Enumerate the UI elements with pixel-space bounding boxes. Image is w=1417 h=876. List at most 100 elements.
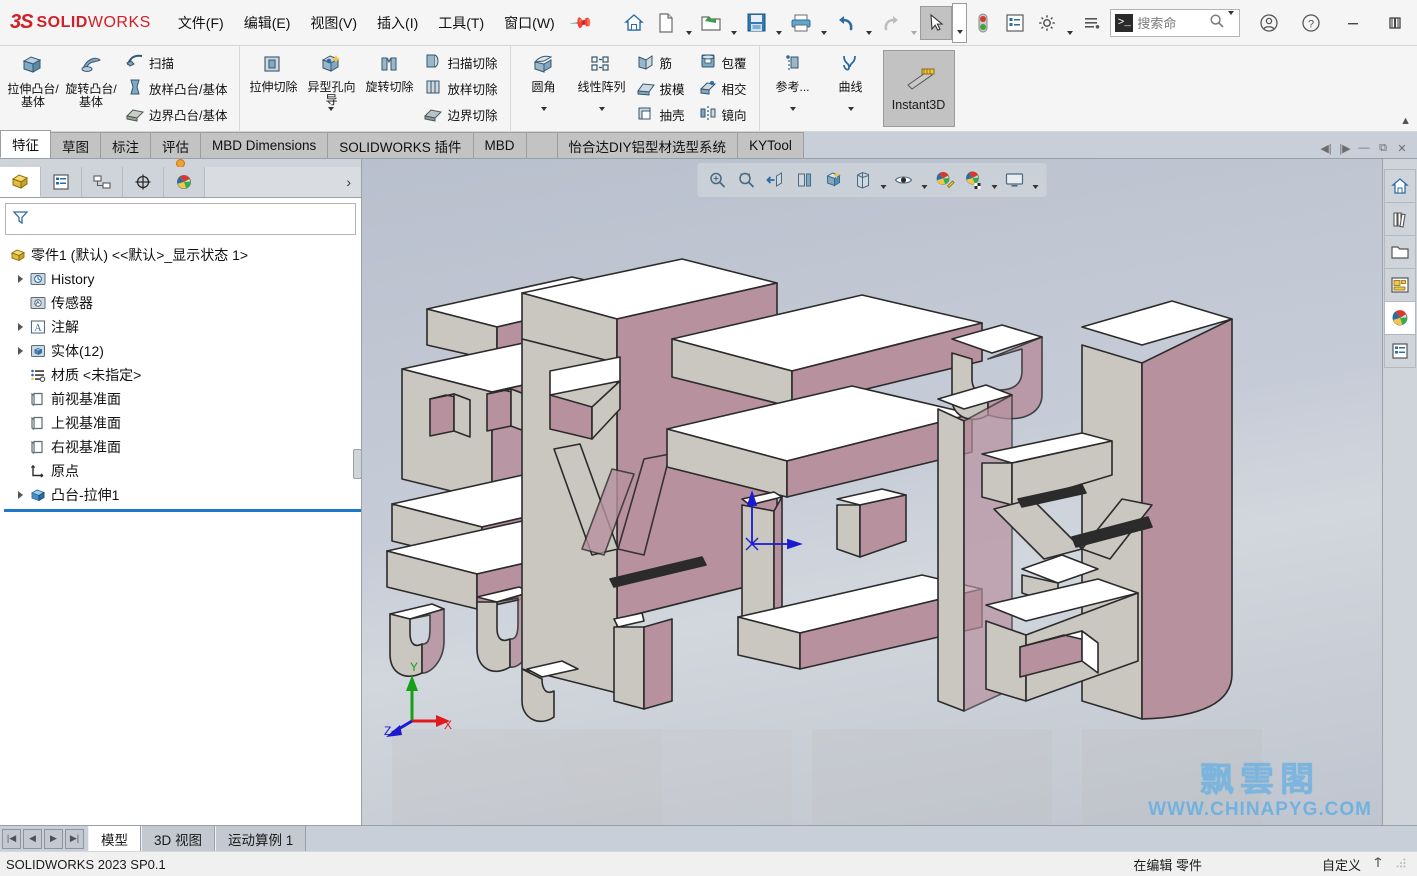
revolve-cut-button[interactable]: 旋转切除 xyxy=(360,48,418,129)
status-units[interactable]: 自定义 xyxy=(1322,855,1361,874)
panel-resize-handle[interactable] xyxy=(353,449,362,479)
feature-tree-tab[interactable] xyxy=(0,167,41,197)
bottom-tab-3d-views[interactable]: 3D 视图 xyxy=(141,826,216,851)
first-icon[interactable]: |◀ xyxy=(2,828,21,849)
design-library-icon[interactable] xyxy=(1384,202,1416,235)
menu-edit[interactable]: 编辑(E) xyxy=(235,8,300,38)
draft-button[interactable]: 拔模 xyxy=(633,76,691,102)
open-folder-caret[interactable] xyxy=(727,3,740,43)
dimxpert-manager-tab[interactable] xyxy=(123,167,164,197)
configuration-manager-tab[interactable] xyxy=(82,167,123,197)
custom-properties-icon[interactable] xyxy=(1384,334,1416,368)
tree-node-solid-bodies[interactable]: 实体(12) xyxy=(4,339,361,363)
redo-caret[interactable] xyxy=(907,3,920,43)
graphics-area[interactable]: Y X Z 飘雲閣 WWW.CHINAPYG.COM xyxy=(362,159,1382,825)
tab-mbd-dimensions[interactable]: MBD Dimensions xyxy=(200,132,329,158)
undo-caret[interactable] xyxy=(862,3,875,43)
fillet-caret[interactable] xyxy=(540,107,547,128)
view-settings-caret[interactable] xyxy=(1030,165,1041,195)
doc-prev-icon[interactable]: ◀| xyxy=(1317,138,1335,158)
menu-view[interactable]: 视图(V) xyxy=(301,8,366,38)
view-palette-icon[interactable] xyxy=(1384,268,1416,301)
revolve-boss-button[interactable]: 旋转凸台/基体 xyxy=(62,48,120,129)
help-icon[interactable]: ? xyxy=(1290,3,1332,43)
tab-solidworks-addins[interactable]: SOLIDWORKS 插件 xyxy=(327,132,474,158)
doc-close-icon[interactable]: ✕ xyxy=(1393,138,1411,158)
model-3d-extruded-text[interactable] xyxy=(382,249,1282,825)
doc-minimize-icon[interactable]: — xyxy=(1355,138,1373,158)
minimize-icon[interactable] xyxy=(1332,3,1374,43)
options-list-icon[interactable] xyxy=(999,6,1031,40)
mirror-button[interactable]: 镜向 xyxy=(695,101,753,127)
tree-node-top-plane[interactable]: 上视基准面 xyxy=(4,411,361,435)
menu-window[interactable]: 窗口(W) xyxy=(495,8,564,38)
tree-node-sensors[interactable]: 传感器 xyxy=(4,291,361,315)
tree-node-history[interactable]: History xyxy=(4,267,361,291)
tree-filter-input[interactable] xyxy=(5,203,356,235)
expand-arrow-extrude1[interactable] xyxy=(12,491,28,499)
task-home-icon[interactable] xyxy=(1384,169,1416,202)
gear-settings-icon[interactable] xyxy=(1031,6,1063,40)
sweep-cut-button[interactable]: 扫描切除 xyxy=(420,50,503,76)
resize-grip-icon[interactable] xyxy=(1395,857,1407,872)
prev-icon[interactable]: ◀ xyxy=(23,828,42,849)
menu-insert[interactable]: 插入(I) xyxy=(368,8,427,38)
bottom-tab-motion-study[interactable]: 运动算例 1 xyxy=(215,826,307,851)
rebuild-traffic-light-icon[interactable] xyxy=(967,6,999,40)
doc-restore-icon[interactable]: ⧉ xyxy=(1374,138,1392,158)
ribbon-collapse-chevron-icon[interactable]: ▲ xyxy=(1400,115,1411,127)
reference-geometry-caret[interactable] xyxy=(789,107,796,128)
restore-icon[interactable] xyxy=(1374,3,1416,43)
bottom-tab-model[interactable]: 模型 xyxy=(88,826,141,851)
tab-yihe-aluminum-system[interactable]: 怡合达DIY铝型材选型系统 xyxy=(556,132,739,158)
hide-show-items-caret[interactable] xyxy=(919,165,930,195)
new-document-caret[interactable] xyxy=(682,3,695,43)
extrude-cut-button[interactable]: 拉伸切除 xyxy=(244,48,302,129)
view-orientation-icon[interactable] xyxy=(820,167,848,193)
tab-features[interactable]: 特征 xyxy=(0,130,51,158)
menu-file[interactable]: 文件(F) xyxy=(169,8,233,38)
edit-appearance-icon[interactable] xyxy=(931,167,959,193)
reference-geometry-button[interactable]: 参考... xyxy=(764,48,822,129)
extrude-boss-button[interactable]: 拉伸凸台/基体 xyxy=(4,48,62,129)
hide-show-items-icon[interactable] xyxy=(890,167,918,193)
new-document-icon[interactable] xyxy=(650,6,682,40)
boundary-cut-button[interactable]: 边界切除 xyxy=(420,101,503,127)
display-manager-tab[interactable] xyxy=(164,167,205,197)
section-view-icon[interactable] xyxy=(791,167,819,193)
pin-icon[interactable]: 📌 xyxy=(568,10,594,35)
sweep-button[interactable]: 扫描 xyxy=(122,50,233,76)
expand-arrow-annotations[interactable] xyxy=(12,323,28,331)
tab-sketch[interactable]: 草图 xyxy=(50,132,101,158)
redo-icon[interactable] xyxy=(875,6,907,40)
shell-button[interactable]: 抽壳 xyxy=(633,101,691,127)
rollback-bar[interactable] xyxy=(4,509,361,512)
tree-node-front-plane[interactable]: 前视基准面 xyxy=(4,387,361,411)
expand-arrow-history[interactable] xyxy=(12,275,28,283)
tree-node-part[interactable]: 零件1 (默认) <<默认>_显示状态 1> xyxy=(4,243,361,267)
tree-node-origin[interactable]: 原点 xyxy=(4,459,361,483)
search-icon[interactable] xyxy=(1209,13,1225,32)
tab-blank[interactable] xyxy=(525,132,558,158)
tab-markup[interactable]: 标注 xyxy=(100,132,151,158)
tab-evaluate[interactable]: 评估 xyxy=(150,132,201,158)
hole-wizard-button[interactable]: 异型孔向导 xyxy=(302,48,360,129)
rib-button[interactable]: 筋 xyxy=(633,50,691,76)
linear-pattern-button[interactable]: 线性阵列 xyxy=(573,48,631,129)
search-chevron-down-icon[interactable] xyxy=(1228,11,1235,30)
previous-view-icon[interactable] xyxy=(762,167,790,193)
tree-node-extrude1[interactable]: 凸台-拉伸1 xyxy=(4,483,361,507)
zoom-to-area-icon[interactable] xyxy=(733,167,761,193)
curves-caret[interactable] xyxy=(847,107,854,128)
next-icon[interactable]: ▶ xyxy=(44,828,63,849)
search-input[interactable]: >_ 搜索命 xyxy=(1110,8,1241,37)
hole-wizard-caret[interactable] xyxy=(328,107,335,128)
print-icon[interactable] xyxy=(785,6,817,40)
appearances-scenes-icon[interactable] xyxy=(1384,301,1416,334)
panel-splitter[interactable] xyxy=(0,159,361,168)
tab-mbd[interactable]: MBD xyxy=(472,132,527,158)
save-icon[interactable] xyxy=(740,6,772,40)
property-manager-tab[interactable] xyxy=(41,167,82,197)
menu-tools[interactable]: 工具(T) xyxy=(429,8,493,38)
select-caret[interactable] xyxy=(952,2,968,43)
